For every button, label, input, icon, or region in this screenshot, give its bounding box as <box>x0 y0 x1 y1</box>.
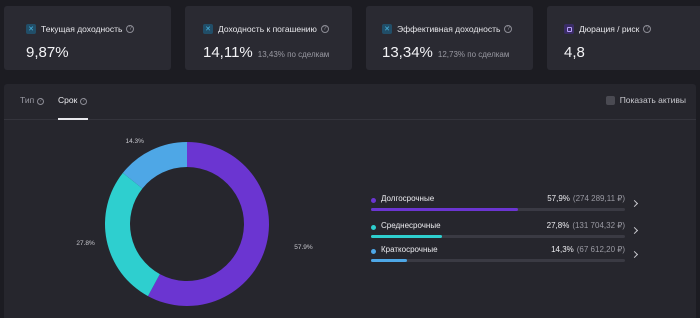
legend-dot <box>371 249 376 254</box>
close-icon: ✕ <box>382 24 392 34</box>
legend-progress-track <box>371 235 625 238</box>
legend-row-short[interactable]: Краткосрочные 14,3% (67 612,20 ₽) <box>371 244 639 274</box>
info-icon[interactable]: ? <box>126 25 135 33</box>
close-icon: ✕ <box>203 24 213 34</box>
card-title: Эффективная доходность <box>397 24 501 34</box>
legend-dot <box>371 225 376 230</box>
legend-amount: (67 612,20 ₽) <box>576 245 625 254</box>
legend-progress-track <box>371 208 625 211</box>
info-icon[interactable]: ? <box>320 25 329 33</box>
legend-value: 14,3% (67 612,20 ₽) <box>551 245 625 254</box>
legend-amount: (131 704,32 ₽) <box>572 221 625 230</box>
card-title: Текущая доходность <box>41 24 123 34</box>
card-value: 4,8 <box>564 44 585 61</box>
metric-card-current-yield: ✕ Текущая доходность ? 9,87% <box>4 6 171 70</box>
legend-name: Краткосрочные <box>381 245 438 254</box>
legend-name: Среднесрочные <box>381 221 441 230</box>
legend-row-long[interactable]: Долгосрочные 57,9% (274 289,11 ₽) <box>371 193 639 223</box>
legend-amount: (274 289,11 ₽) <box>572 194 625 203</box>
card-subvalue: 12,73% по сделкам <box>437 50 510 59</box>
info-icon[interactable]: ? <box>643 25 652 33</box>
metric-card-effective-yield: ✕ Эффективная доходность ? 13,34% 12,73%… <box>366 6 533 70</box>
legend-dot <box>371 198 376 203</box>
legend-progress-track <box>371 259 625 262</box>
card-subvalue: 13,43% по сделкам <box>257 50 330 59</box>
legend-progress-fill <box>371 208 519 211</box>
legend-pct: 57,9% <box>547 194 570 203</box>
legend-pct: 14,3% <box>551 245 574 254</box>
donut-slice-label: 27.8% <box>76 240 95 247</box>
card-title: Дюрация / риск <box>579 24 640 34</box>
info-icon[interactable]: ? <box>504 25 513 33</box>
metric-card-ytm: ✕ Доходность к погашению ? 14,11% 13,43%… <box>185 6 352 70</box>
legend-progress-fill <box>371 259 408 262</box>
allocation-panel: Тип? Срок? Показать активы 57.9% 27.8% 14.… <box>4 84 696 318</box>
card-value: 14,11% <box>203 44 253 61</box>
close-icon: ✕ <box>26 24 36 34</box>
card-title: Доходность к погашению <box>218 24 317 34</box>
card-value: 9,87% <box>26 44 69 61</box>
card-value: 13,34% <box>382 44 433 61</box>
legend-name: Долгосрочные <box>381 194 435 203</box>
donut-slice-label: 57.9% <box>294 244 313 251</box>
legend-progress-fill <box>371 235 442 238</box>
legend-value: 27,8% (131 704,32 ₽) <box>547 221 625 230</box>
legend-value: 57,9% (274 289,11 ₽) <box>547 194 625 203</box>
donut-slice-label: 14.3% <box>125 138 144 145</box>
legend-pct: 27,8% <box>546 221 570 230</box>
metric-card-duration: Дюрация / риск ? 4,8 <box>547 6 700 70</box>
calendar-icon <box>564 24 574 34</box>
donut-slice-2[interactable] <box>104 172 160 297</box>
